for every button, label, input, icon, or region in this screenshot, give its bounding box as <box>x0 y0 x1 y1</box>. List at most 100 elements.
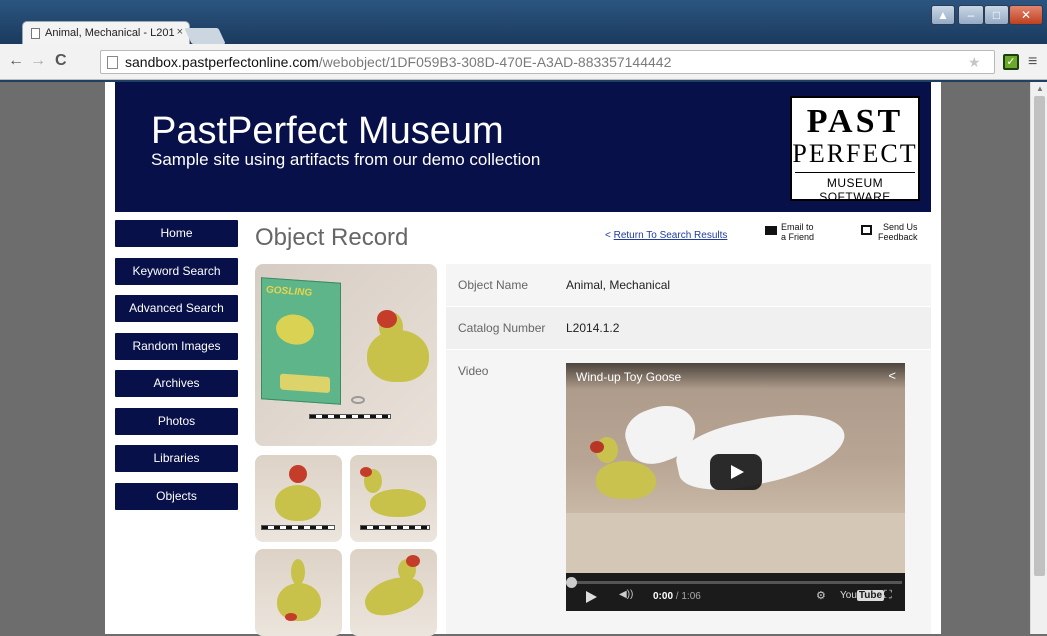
goose-comb <box>377 310 397 328</box>
chevron-left-icon: < <box>605 230 611 241</box>
nav-random-images[interactable]: Random Images <box>115 332 238 360</box>
page-icon <box>31 28 40 39</box>
scrollbar[interactable]: ▲ <box>1030 82 1047 634</box>
email-label-1: Email to <box>781 222 814 232</box>
logo-line-2: PERFECT <box>792 139 918 168</box>
volume-icon[interactable]: ◀)) <box>619 589 633 600</box>
close-window-button[interactable]: ✕ <box>1009 5 1043 25</box>
site-title[interactable]: PastPerfect Museum <box>151 110 504 153</box>
page-icon <box>107 56 118 69</box>
fullscreen-icon[interactable]: ⛶ <box>884 589 892 602</box>
back-icon[interactable]: ← <box>8 52 24 70</box>
field-label: Object Name <box>458 278 529 292</box>
video-controls: ◀)) 0:00 / 1:06 ⚙ You Tube ⛶ <box>566 573 905 611</box>
goose-comb <box>406 555 420 567</box>
url-path: /webobject/1DF059B3-308D-470E-A3AD-88335… <box>318 54 672 70</box>
thumbnail-3[interactable] <box>255 549 342 636</box>
star-icon[interactable]: ★ <box>968 54 981 71</box>
minimize-button[interactable]: – <box>958 5 984 25</box>
play-icon[interactable] <box>710 454 762 490</box>
youtube-logo[interactable]: You Tube <box>840 590 885 601</box>
main-object-image[interactable]: GOSLING <box>255 264 437 446</box>
thumbnail-4[interactable] <box>350 549 437 636</box>
window-user-button[interactable]: ▲ <box>931 5 955 25</box>
scrollbar-thumb[interactable] <box>1034 96 1045 576</box>
goose-neck <box>291 559 305 585</box>
nav-photos[interactable]: Photos <box>115 407 238 435</box>
thumbnail-2[interactable] <box>350 455 437 542</box>
goose-back <box>277 583 321 621</box>
share-icon[interactable]: < <box>888 368 896 383</box>
scale-ruler <box>360 525 430 530</box>
progress-scrubber[interactable] <box>566 577 577 588</box>
thumbnail-1[interactable] <box>255 455 342 542</box>
video-goose-comb <box>590 441 604 453</box>
nav-objects[interactable]: Objects <box>115 482 238 510</box>
field-value: Animal, Mechanical <box>566 278 671 292</box>
youtube-you: You <box>840 590 857 601</box>
goose-comb <box>360 467 372 477</box>
box-label: GOSLING <box>266 284 313 299</box>
address-bar[interactable]: sandbox.pastperfectonline.com/webobject/… <box>100 50 995 74</box>
extension-icon[interactable]: ✓ <box>1003 54 1019 70</box>
scale-ruler <box>261 525 335 530</box>
browser-toolbar: ← → C sandbox.pastperfectonline.com/webo… <box>0 44 1047 80</box>
nav-libraries[interactable]: Libraries <box>115 445 238 472</box>
email-label-2: a Friend <box>781 232 815 242</box>
feedback-label-1: Send Us <box>883 222 918 232</box>
scroll-up-icon[interactable]: ▲ <box>1036 84 1044 93</box>
play-control-icon[interactable] <box>586 591 597 603</box>
return-link-wrap: < Return To Search Results <box>605 230 727 241</box>
time-total: / 1:06 <box>673 591 701 602</box>
site-banner: PastPerfect Museum Sample site using art… <box>115 82 931 212</box>
video-title[interactable]: Wind-up Toy Goose <box>576 370 681 384</box>
reload-icon[interactable]: C <box>55 52 67 70</box>
nav-keyword-search[interactable]: Keyword Search <box>115 257 238 285</box>
browser-tab[interactable]: Animal, Mechanical - L201 × <box>22 21 190 45</box>
mail-icon <box>765 226 777 235</box>
maximize-button[interactable]: □ <box>984 5 1009 25</box>
page-title: Object Record <box>255 224 409 251</box>
settings-icon[interactable]: ⚙ <box>816 589 826 602</box>
field-row-catalog-number: Catalog Number L2014.1.2 <box>446 307 931 350</box>
box-duck <box>276 313 314 346</box>
video-player[interactable]: Wind-up Toy Goose < ◀)) 0:00 / 1:06 ⚙ Yo… <box>566 363 905 611</box>
tab-strip: Animal, Mechanical - L201 × ▲ – □ ✕ <box>0 0 1047 45</box>
video-title-bar: Wind-up Toy Goose < <box>566 363 905 389</box>
wind-up-key <box>351 396 365 404</box>
tab-title: Animal, Mechanical - L201 <box>45 27 175 39</box>
box-ducks-row <box>280 373 330 394</box>
youtube-tube: Tube <box>856 590 885 601</box>
video-time: 0:00 / 1:06 <box>653 591 701 602</box>
send-feedback-button[interactable]: Send Us Feedback <box>861 222 918 242</box>
goose-angle <box>360 570 428 622</box>
nav-advanced-search[interactable]: Advanced Search <box>115 295 238 322</box>
nav-archives[interactable]: Archives <box>115 370 238 397</box>
goose-comb <box>289 465 307 483</box>
field-row-object-name: Object Name Animal, Mechanical <box>446 264 931 307</box>
new-tab-button[interactable] <box>184 28 226 44</box>
toy-box: GOSLING <box>261 277 341 405</box>
feedback-icon <box>861 225 872 235</box>
nav-home[interactable]: Home <box>115 220 238 247</box>
site-subtitle: Sample site using artifacts from our dem… <box>151 150 541 169</box>
field-value: L2014.1.2 <box>566 321 620 335</box>
side-nav: Home Keyword Search Advanced Search Rand… <box>115 220 238 520</box>
logo-line-1: PAST <box>806 103 904 140</box>
close-tab-icon[interactable]: × <box>177 26 183 38</box>
video-progress-bar[interactable] <box>566 577 902 588</box>
scale-ruler <box>309 414 391 419</box>
video-tabletop <box>566 513 905 573</box>
forward-icon[interactable]: → <box>30 52 46 70</box>
field-label: Catalog Number <box>458 321 546 335</box>
email-friend-button[interactable]: Email to a Friend <box>765 222 815 242</box>
web-page: PastPerfect Museum Sample site using art… <box>105 82 941 636</box>
goose-feet <box>285 613 297 621</box>
feedback-label-2: Feedback <box>878 232 918 242</box>
goose-front <box>275 485 321 521</box>
return-to-results-link[interactable]: Return To Search Results <box>614 230 728 241</box>
menu-icon[interactable]: ≡ <box>1028 53 1037 71</box>
pastperfect-logo[interactable]: PAST PERFECT MUSEUM SOFTWARE <box>790 96 920 204</box>
field-label: Video <box>458 364 489 378</box>
video-goose-body <box>596 461 656 499</box>
